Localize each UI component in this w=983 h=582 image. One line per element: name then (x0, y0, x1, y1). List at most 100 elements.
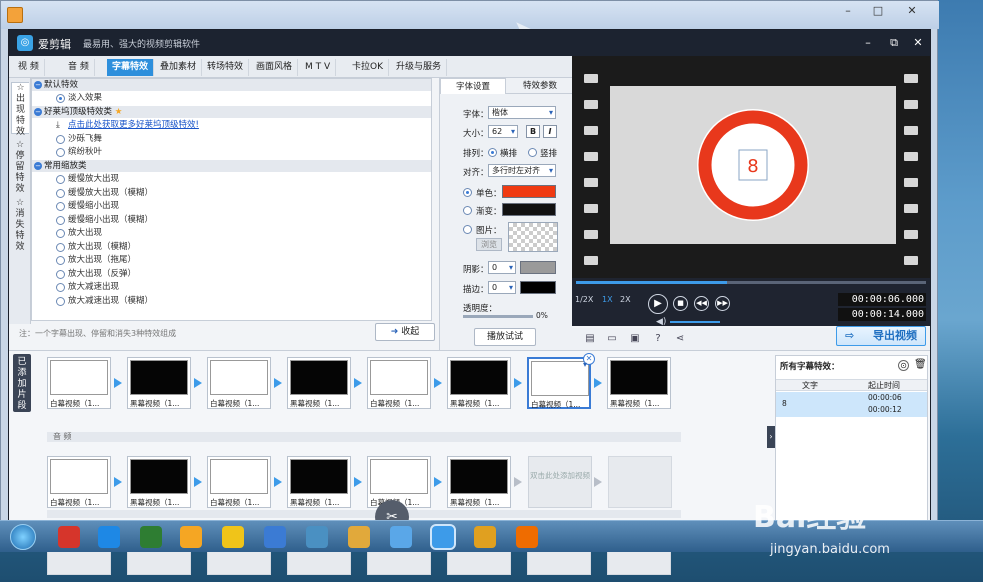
timeline-clip[interactable]: 黑幕视频（1... (287, 456, 351, 508)
timeline-clip[interactable]: 白幕视频（1... (367, 456, 431, 508)
minimize-button[interactable]: – (859, 35, 877, 51)
effect-item[interactable]: 放大出现（模糊） (56, 241, 136, 253)
jiang-icon[interactable] (58, 526, 80, 548)
effect-item[interactable]: 淡入效果 (56, 92, 102, 104)
tab-karaoke[interactable]: 卡拉OK (347, 59, 389, 76)
volume-slider[interactable] (670, 321, 720, 323)
group-hollywood[interactable]: − 好莱坞顶级特效类 ★ (32, 106, 431, 118)
outer-close-button[interactable]: ✕ (901, 5, 923, 19)
shadow-select[interactable]: 0 (488, 261, 516, 274)
explorer-icon[interactable] (348, 526, 370, 548)
browse-button[interactable]: 浏览 (476, 238, 502, 251)
disk-icon[interactable]: ▣ (629, 333, 641, 345)
effect-item[interactable]: 放大出现 (56, 227, 102, 239)
effect-item[interactable]: 缓慢缩小出现 (56, 200, 119, 212)
timeline-clip[interactable]: 白幕视频（1... (47, 456, 111, 508)
video-frame[interactable]: 8 (610, 86, 896, 244)
ie-icon[interactable] (98, 526, 120, 548)
effect-item[interactable]: 缓慢放大出现 (56, 173, 119, 185)
volume-icon[interactable]: ◀) (656, 317, 666, 327)
font-select[interactable]: 楷体 (488, 106, 556, 119)
preview-button[interactable]: 播放试试 (474, 328, 536, 346)
tab-overlay[interactable]: 叠加素材 (155, 59, 203, 76)
start-orb-icon[interactable] (10, 524, 36, 550)
italic-button[interactable]: I (543, 125, 557, 138)
chrome-icon[interactable] (140, 526, 162, 548)
group-default[interactable]: − 默认特效 (32, 79, 431, 91)
effect-item[interactable]: 缤纷秋叶 (56, 146, 102, 158)
tab-subtitle-effects[interactable]: 字幕特效 (107, 59, 155, 76)
gradient-swatch[interactable] (502, 203, 556, 216)
effect-item[interactable]: 放大出现（反弹） (56, 268, 136, 280)
forward-button[interactable]: ▶▶ (715, 296, 730, 311)
align-select[interactable]: 多行时左对齐 (488, 164, 556, 177)
stop-button[interactable]: ■ (673, 296, 688, 311)
folder-icon[interactable]: ▭ (606, 333, 618, 345)
speed-2x[interactable]: 2X (620, 295, 631, 304)
effect-item[interactable]: 放大出现（拖尾） (56, 254, 136, 266)
effect-item[interactable]: 放大减速出现（模糊） (56, 295, 153, 307)
remove-clip-icon[interactable]: ✕ (583, 353, 595, 365)
share-icon[interactable]: ⋖ (674, 333, 686, 345)
tab-font-settings[interactable]: 字体设置 (440, 78, 506, 94)
pinwheel-icon[interactable] (390, 526, 412, 548)
get-more-effects-link[interactable]: ⤓ 点击此处获取更多好莱坞顶级特效! (56, 119, 199, 131)
layout-vertical-radio[interactable] (528, 148, 537, 157)
paint-icon[interactable] (474, 526, 496, 548)
timeline-clip[interactable]: 白幕视频（1... (367, 357, 431, 409)
empty-clip-slot[interactable] (608, 456, 672, 508)
timeline-clip[interactable]: 白幕视频（1... ✕ (527, 353, 595, 409)
tab-transitions[interactable]: 转场特效 (202, 59, 250, 76)
firefox-icon[interactable] (516, 526, 538, 548)
tab-disappear-effects[interactable]: ☆ 消失特效 (11, 198, 29, 252)
tab-styles[interactable]: 画面风格 (251, 59, 299, 76)
target-icon[interactable]: ⊙ (898, 360, 909, 371)
single-color-radio[interactable] (463, 188, 472, 197)
group-zoom[interactable]: − 常用缩放类 (32, 160, 431, 172)
effect-item[interactable]: 沙砾飞舞 (56, 133, 102, 145)
timeline-clip[interactable]: 黑幕视频（1... (447, 357, 511, 409)
network-icon[interactable] (306, 526, 328, 548)
rewind-button[interactable]: ◀◀ (694, 296, 709, 311)
outer-maximize-button[interactable]: □ (867, 5, 889, 19)
layout-horizontal-radio[interactable] (488, 148, 497, 157)
export-video-button[interactable]: ⇨ 导出视频 (836, 326, 926, 346)
tab-mtv[interactable]: M T V (300, 59, 337, 76)
tab-video[interactable]: 视 频 (13, 59, 45, 76)
effect-item[interactable]: 缓慢缩小出现（模糊） (56, 214, 153, 226)
timeline-clip[interactable]: 黑幕视频（1... (127, 456, 191, 508)
timeline-clip[interactable]: 黑幕视频（1... (607, 357, 671, 409)
maximize-button[interactable]: ⧉ (885, 35, 903, 51)
timeline-clip[interactable]: 黑幕视频（1... (127, 357, 191, 409)
tab-effect-params[interactable]: 特效参数 (507, 78, 573, 94)
help-icon[interactable]: ? (652, 333, 664, 345)
image-preview[interactable] (508, 222, 558, 252)
timeline-clip[interactable]: 黑幕视频（1... (447, 456, 511, 508)
size-select[interactable]: 62 (488, 125, 518, 138)
delete-icon[interactable]: 🗑 (914, 359, 927, 370)
stroke-swatch[interactable] (520, 281, 556, 294)
bold-button[interactable]: B (526, 125, 540, 138)
tab-upgrade[interactable]: 升级与服务 (391, 59, 448, 76)
timeline-clip[interactable]: 黑幕视频（1... (287, 357, 351, 409)
image-radio[interactable] (463, 225, 472, 234)
opacity-slider[interactable] (463, 315, 533, 318)
close-button[interactable]: ✕ (909, 35, 927, 51)
add-video-slot[interactable]: 双击此处添加视频 (528, 456, 592, 508)
effects-table-row[interactable]: 8 00:00:06 00:00:12 (776, 392, 927, 417)
added-clips-tab[interactable]: 已添加片段 (13, 354, 31, 412)
timeline-clip[interactable]: 白幕视频（1... (207, 456, 271, 508)
video-player-icon[interactable] (180, 526, 202, 548)
timeline-clip[interactable]: 白幕视频（1... (47, 357, 111, 409)
tab-appear-effects[interactable]: ☆ 出现特效 (11, 82, 29, 137)
gradient-radio[interactable] (463, 206, 472, 215)
effect-item[interactable]: 放大减速出现 (56, 281, 119, 293)
play-button[interactable]: ▶ (648, 294, 668, 314)
speed-1x[interactable]: 1X (602, 295, 613, 304)
collapse-button[interactable]: ➜ 收起 (375, 323, 435, 341)
speed-half[interactable]: 1/2X (575, 295, 593, 304)
single-color-swatch[interactable] (502, 185, 556, 198)
tab-audio[interactable]: 音 频 (63, 59, 95, 76)
effect-item[interactable]: 缓慢放大出现（模糊） (56, 187, 153, 199)
stroke-select[interactable]: 0 (488, 281, 516, 294)
